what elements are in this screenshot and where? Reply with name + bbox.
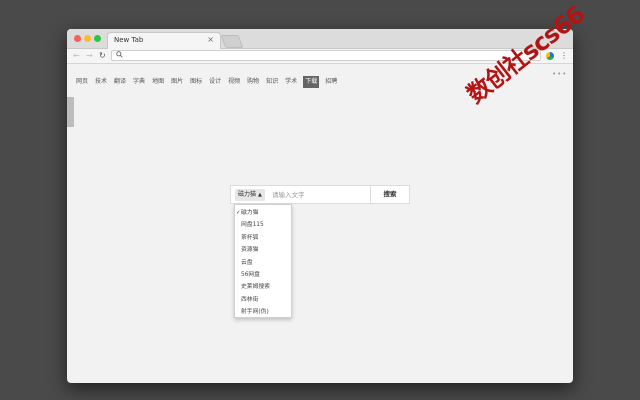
tab-title: New Tab (114, 36, 144, 44)
close-window-button[interactable] (74, 35, 81, 42)
dropdown-item-label: 56网盘 (241, 271, 260, 278)
dropdown-item[interactable]: 56网盘 (235, 269, 291, 281)
category-item[interactable]: 知识 (265, 76, 279, 88)
dropdown-item[interactable]: 网盘115 (235, 219, 291, 231)
dropdown-item-label: 网盘115 (241, 222, 264, 229)
category-item[interactable]: 网页 (75, 76, 89, 88)
search-box: 磁力猫▲ 搜索 (230, 185, 410, 204)
search-button[interactable]: 搜索 (370, 186, 409, 203)
title-bar: New Tab × (67, 29, 573, 49)
address-bar[interactable] (111, 50, 541, 61)
dropdown-item[interactable]: ✓ 磁力猫 (235, 207, 291, 219)
engine-select-button[interactable]: 磁力猫 ▲ (235, 189, 265, 201)
dropdown-item-label: 西林街 (241, 296, 259, 303)
category-item[interactable]: 购物 (246, 76, 260, 88)
more-options-icon[interactable]: ••• (552, 70, 567, 78)
dropdown-item-label: 资源猫 (241, 247, 259, 254)
engine-label: 磁力猫 (238, 191, 257, 198)
engine-dropdown: ✓ 磁力猫网盘115 茶杯狐资源猫云盘 56网盘史莱姆搜索西林街射手网(伪) (234, 204, 292, 318)
menu-dots-icon[interactable]: ⋮ (560, 50, 568, 62)
search-input[interactable] (272, 188, 367, 202)
category-item[interactable]: 招聘 (324, 76, 338, 88)
minimize-window-button[interactable] (84, 35, 91, 42)
new-tab-button[interactable] (220, 35, 244, 48)
back-arrow-icon[interactable]: ← (73, 50, 80, 62)
category-item[interactable]: 图标 (189, 76, 203, 88)
checkmark-icon: ✓ (236, 210, 241, 216)
dropdown-item-label: 茶杯狐 (241, 234, 259, 241)
dropdown-item[interactable]: 云盘 (235, 257, 291, 269)
tab-new-tab[interactable]: New Tab × (107, 32, 221, 49)
dropdown-item-label: 磁力猫 (241, 210, 259, 216)
dropdown-item[interactable]: 茶杯狐 (235, 232, 291, 244)
category-item[interactable]: 字典 (132, 76, 146, 88)
category-item[interactable]: 图片 (170, 76, 184, 88)
maximize-window-button[interactable] (94, 35, 101, 42)
category-item[interactable]: 技术 (94, 76, 108, 88)
category-item[interactable]: 下载 (303, 76, 320, 88)
category-item[interactable]: 翻译 (113, 76, 127, 88)
dropdown-item[interactable]: 史莱姆搜索 (235, 281, 291, 293)
forward-arrow-icon[interactable]: → (86, 50, 93, 62)
category-nav: 网页 技术 翻译 字典 地图 图片 图标 设计 视频 购物 知识 学术 下载 招聘 (75, 68, 343, 88)
category-item[interactable]: 视频 (227, 76, 241, 88)
dropdown-item-label: 射手网(伪) (241, 309, 269, 316)
caret-up-icon: ▲ (258, 192, 262, 198)
dropdown-item-label: 云盘 (241, 259, 253, 266)
dropdown-item[interactable]: 射手网(伪) (235, 306, 291, 318)
dropdown-item[interactable]: 西林街 (235, 294, 291, 306)
category-item[interactable]: 设计 (208, 76, 222, 88)
side-panel-tab[interactable] (67, 97, 74, 127)
search-icon (116, 51, 123, 61)
reload-icon[interactable]: ↻ (99, 50, 106, 62)
dropdown-item-label: 史莱姆搜索 (241, 284, 270, 291)
tab-close-icon[interactable]: × (207, 35, 214, 45)
category-item[interactable]: 地图 (151, 76, 165, 88)
dropdown-item[interactable]: 资源猫 (235, 244, 291, 256)
category-item[interactable]: 学术 (284, 76, 298, 88)
